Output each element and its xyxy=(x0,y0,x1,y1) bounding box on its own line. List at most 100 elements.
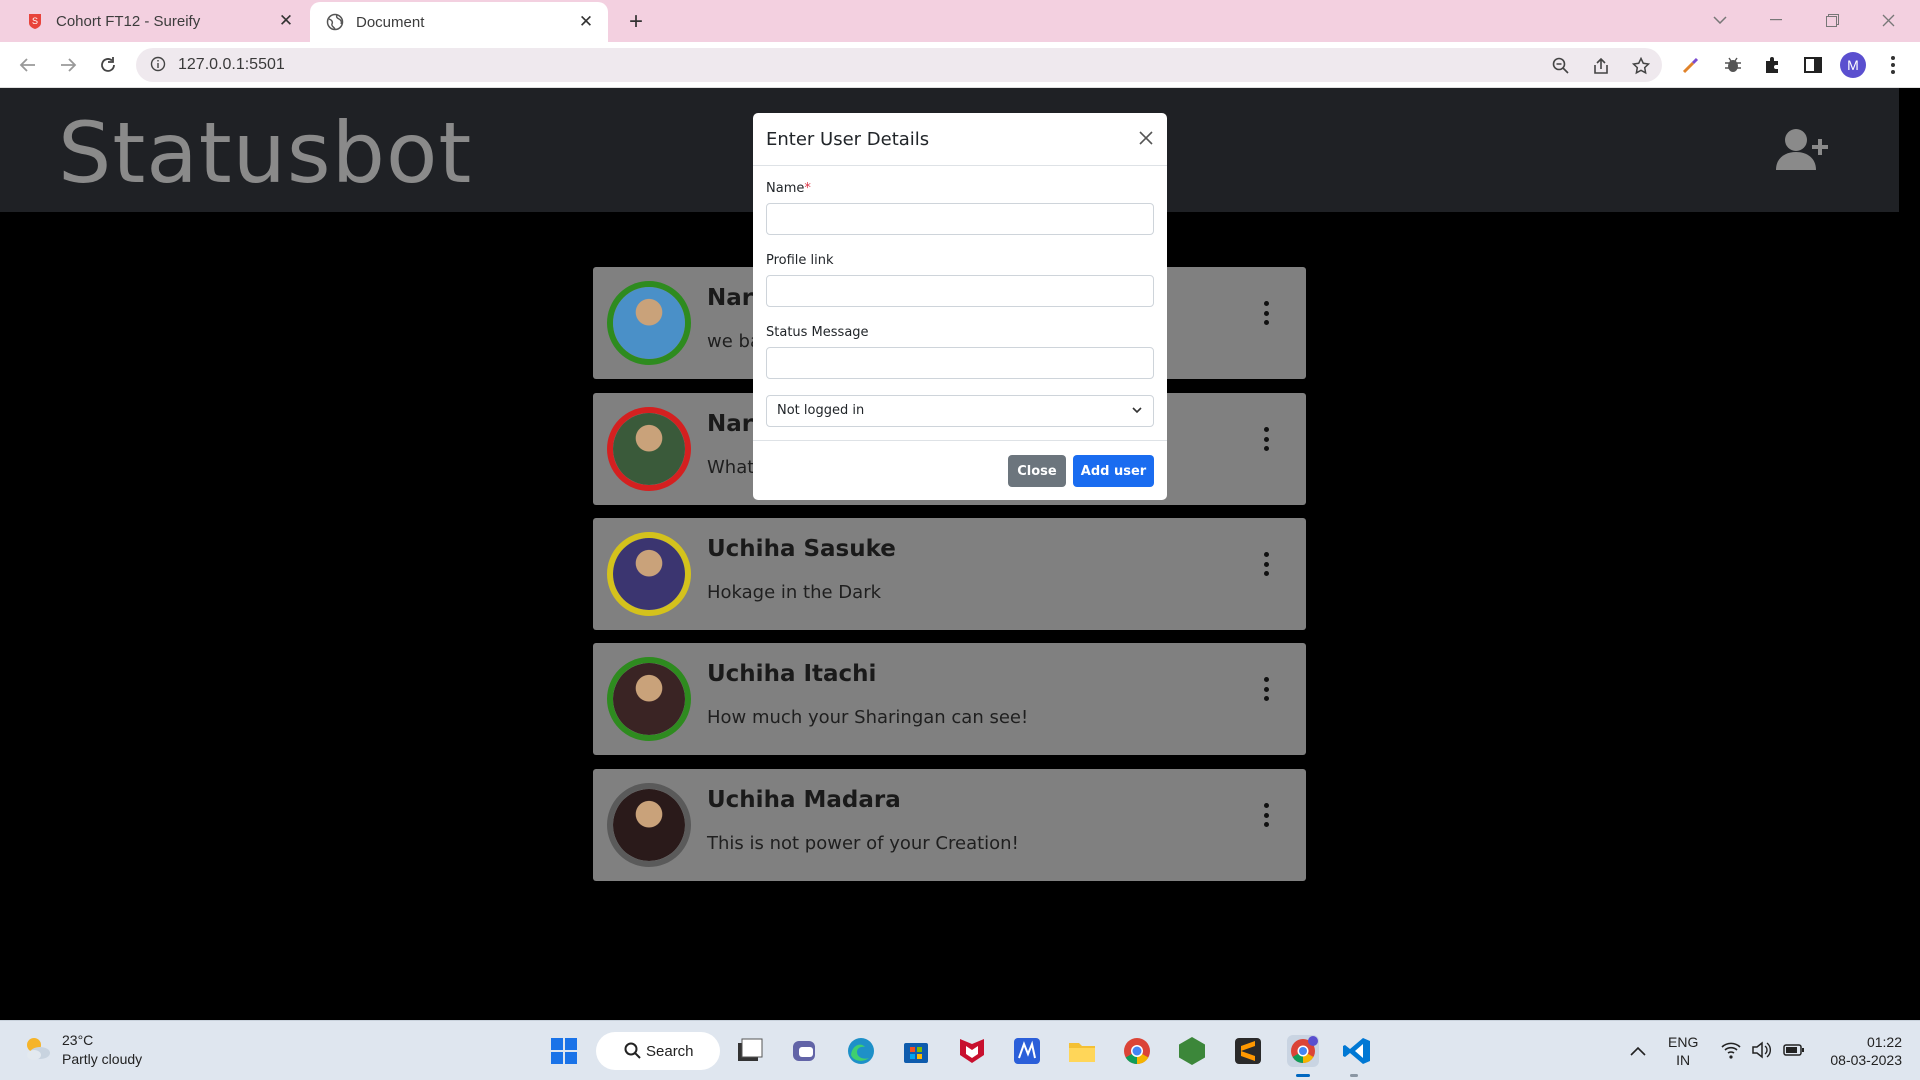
minimize-button[interactable] xyxy=(1748,0,1804,40)
profile-link-input[interactable] xyxy=(766,275,1154,307)
restore-button[interactable] xyxy=(1804,0,1860,40)
language-indicator[interactable]: ENG IN xyxy=(1668,1033,1698,1069)
more-options-icon[interactable] xyxy=(1256,673,1276,705)
page-viewport: Statusbot Naru we ba Nara What Uchiha Sa… xyxy=(0,88,1920,1020)
more-options-icon[interactable] xyxy=(1256,423,1276,455)
more-options-icon[interactable] xyxy=(1256,799,1276,831)
tab-search-chevron-icon[interactable] xyxy=(1692,0,1748,40)
user-card: Uchiha Itachi How much your Sharingan ca… xyxy=(593,643,1306,755)
profile-link-label: Profile link xyxy=(766,253,834,268)
microsoft-store-icon[interactable] xyxy=(900,1035,932,1067)
avatar xyxy=(607,532,691,616)
avatar xyxy=(607,281,691,365)
name-label-text: Name xyxy=(766,181,805,196)
new-tab-button[interactable]: + xyxy=(622,8,650,36)
vscode-icon[interactable] xyxy=(1341,1035,1373,1067)
profile-avatar[interactable]: M xyxy=(1840,52,1866,78)
user-name: Uchiha Sasuke xyxy=(707,536,896,562)
time: 01:22 xyxy=(1866,1034,1902,1050)
close-icon[interactable] xyxy=(1135,127,1157,149)
lang-primary: ENG xyxy=(1668,1034,1699,1050)
active-app-indicator xyxy=(1296,1074,1310,1077)
bug-extension-icon[interactable] xyxy=(1720,52,1746,78)
edge-icon[interactable] xyxy=(845,1035,877,1067)
select-value: Not logged in xyxy=(777,403,865,418)
sureify-favicon-icon: S xyxy=(26,12,44,30)
add-user-button[interactable]: Add user xyxy=(1073,455,1154,487)
address-bar[interactable]: 127.0.0.1:5501 xyxy=(136,48,1662,82)
tab-close-icon[interactable]: ✕ xyxy=(274,9,298,33)
required-mark: * xyxy=(804,181,811,196)
tab-cohort[interactable]: S Cohort FT12 - Sureify ✕ xyxy=(12,0,308,42)
search-label: Search xyxy=(646,1042,694,1060)
chrome-icon[interactable] xyxy=(1121,1035,1153,1067)
search-icon xyxy=(624,1042,642,1064)
tab-title: Cohort FT12 - Sureify xyxy=(56,12,201,30)
status-message-input[interactable] xyxy=(766,347,1154,379)
url-text: 127.0.0.1:5501 xyxy=(178,56,285,73)
svg-text:S: S xyxy=(32,16,38,26)
status-message: What xyxy=(707,457,755,478)
modal-title: Enter User Details xyxy=(766,129,930,150)
side-panel-icon[interactable] xyxy=(1800,52,1826,78)
running-app-indicator xyxy=(1350,1074,1358,1077)
modal-header: Enter User Details xyxy=(753,113,1167,166)
color-picker-extension-icon[interactable] xyxy=(1678,52,1704,78)
login-status-select[interactable]: Not logged in xyxy=(766,395,1154,427)
name-input[interactable] xyxy=(766,203,1154,235)
tab-title: Document xyxy=(356,13,425,31)
status-message: How much your Sharingan can see! xyxy=(707,707,1029,728)
taskbar-search[interactable]: Search xyxy=(596,1032,720,1070)
more-options-icon[interactable] xyxy=(1256,297,1276,329)
file-explorer-icon[interactable] xyxy=(1066,1035,1098,1067)
battery-icon[interactable] xyxy=(1782,1039,1806,1063)
reload-icon[interactable] xyxy=(92,49,124,81)
weather-description: Partly cloudy xyxy=(62,1051,143,1067)
extensions-puzzle-icon[interactable] xyxy=(1760,52,1786,78)
teams-chat-icon[interactable] xyxy=(790,1035,822,1067)
more-options-icon[interactable] xyxy=(1256,548,1276,580)
bookmark-star-icon[interactable] xyxy=(1630,55,1652,77)
chrome-profile-icon[interactable] xyxy=(1287,1035,1319,1067)
back-arrow-icon[interactable] xyxy=(12,49,44,81)
user-card: Uchiha Sasuke Hokage in the Dark xyxy=(593,518,1306,630)
windows-start-icon[interactable] xyxy=(548,1035,580,1067)
browser-menu-icon[interactable] xyxy=(1880,52,1906,78)
lang-secondary: IN xyxy=(1676,1052,1691,1068)
user-details-modal: Enter User Details Name* Profile link St… xyxy=(753,113,1167,500)
site-info-icon[interactable] xyxy=(150,56,166,77)
modal-footer: Close Add user xyxy=(753,440,1167,500)
avatar xyxy=(607,407,691,491)
tab-document[interactable]: Document ✕ xyxy=(310,2,608,42)
window-close-button[interactable] xyxy=(1860,0,1916,40)
chevron-up-icon[interactable] xyxy=(1628,1041,1648,1061)
name-label: Name* xyxy=(766,181,811,196)
wifi-icon[interactable] xyxy=(1720,1039,1744,1063)
clock[interactable]: 01:22 08-03-2023 xyxy=(1822,1033,1902,1069)
mcafee-icon[interactable] xyxy=(956,1035,988,1067)
status-message: This is not power of your Creation! xyxy=(707,833,1019,854)
status-message-label: Status Message xyxy=(766,325,869,340)
add-user-icon[interactable] xyxy=(1776,128,1832,177)
math-app-icon[interactable] xyxy=(1011,1035,1043,1067)
volume-icon[interactable] xyxy=(1750,1039,1774,1063)
sublime-text-icon[interactable] xyxy=(1232,1035,1264,1067)
share-icon[interactable] xyxy=(1590,55,1612,77)
browser-tabstrip: S Cohort FT12 - Sureify ✕ Document ✕ + xyxy=(0,0,1920,42)
tab-close-icon[interactable]: ✕ xyxy=(574,10,598,34)
task-view-icon[interactable] xyxy=(734,1035,766,1067)
chevron-down-icon xyxy=(1131,404,1143,420)
temperature: 23°C xyxy=(62,1032,94,1048)
close-button[interactable]: Close xyxy=(1008,455,1066,487)
weather-widget[interactable]: 23°C Partly cloudy xyxy=(22,1031,142,1069)
user-card: Uchiha Madara This is not power of your … xyxy=(593,769,1306,881)
avatar xyxy=(607,783,691,867)
partly-cloudy-icon xyxy=(22,1033,52,1068)
status-message: Hokage in the Dark xyxy=(707,582,882,603)
browser-toolbar: 127.0.0.1:5501 M xyxy=(0,42,1920,88)
date: 08-03-2023 xyxy=(1830,1052,1902,1068)
forward-arrow-icon[interactable] xyxy=(52,49,84,81)
nodejs-icon[interactable] xyxy=(1176,1035,1208,1067)
zoom-icon[interactable] xyxy=(1550,55,1572,77)
user-name: Uchiha Madara xyxy=(707,787,901,813)
